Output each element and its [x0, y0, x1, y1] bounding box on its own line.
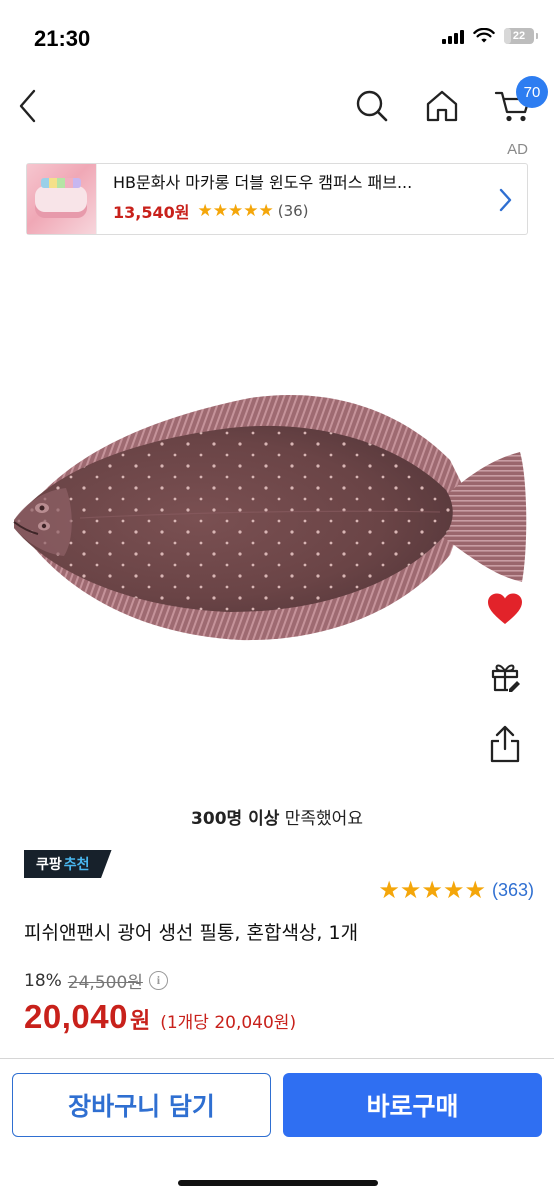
discount-rate: 18%: [24, 970, 62, 991]
buy-now-button[interactable]: 바로구매: [283, 1073, 542, 1137]
heart-icon: [488, 593, 522, 624]
gift-button[interactable]: [486, 656, 524, 696]
ad-price: 13,540원: [113, 203, 190, 222]
ad-label: AD: [507, 141, 528, 158]
nav-bar: 70: [0, 76, 554, 136]
search-icon: [356, 90, 388, 122]
satisfaction-text: 300명 이상 만족했어요: [0, 804, 554, 829]
star-icon: ★: [258, 200, 274, 221]
signal-icon: [442, 28, 464, 44]
product-title: 피쉬앤팬시 광어 생선 필통, 혼합색상, 1개: [24, 922, 359, 944]
info-icon[interactable]: i: [148, 971, 168, 990]
star-icon: ★: [421, 876, 443, 904]
share-icon: [490, 725, 520, 763]
chevron-right-icon: [495, 186, 515, 214]
home-indicator: [178, 1180, 378, 1186]
product-image[interactable]: [0, 350, 554, 660]
satisfaction-suffix: 만족했어요: [279, 809, 363, 829]
review-count-link[interactable]: (363): [492, 880, 534, 901]
star-icon: ★: [399, 876, 422, 904]
status-time: 21:30: [34, 26, 91, 51]
status-bar: 21:30 22: [0, 0, 554, 80]
star-icon: ★: [442, 876, 465, 904]
sale-price-row: 20,040 원 (1개당 20,040원): [24, 998, 296, 1036]
unit-price: (1개당 20,040원): [160, 1013, 297, 1033]
cart-count-badge: 70: [516, 76, 548, 108]
product-rating[interactable]: ★ ★ ★ ★ ★ (363): [378, 878, 534, 902]
share-button[interactable]: [486, 722, 524, 766]
badge-main-text: 쿠팡: [36, 857, 62, 873]
coupang-recommend-badge: 쿠팡 추천: [24, 850, 112, 878]
back-chevron-icon: [19, 89, 36, 123]
wifi-icon: [473, 28, 495, 43]
ad-thumbnail: [27, 164, 97, 234]
battery-icon: 22: [504, 28, 538, 44]
battery-level: 22: [512, 30, 526, 42]
divider: [0, 1058, 554, 1059]
badge-accent-text: 추천: [63, 857, 90, 873]
ad-card[interactable]: HB문화사 마카롱 더블 윈도우 캠퍼스 패브... 13,540원 ★ ★ ★ ★ ★…: [26, 163, 528, 235]
ad-info: HB문화사 마카롱 더블 윈도우 캠퍼스 패브... 13,540원 ★ ★ ★ ★ ★…: [113, 172, 493, 222]
back-button[interactable]: [8, 84, 48, 128]
price-meta: 18% 24,500원 i: [24, 968, 168, 993]
star-icon: ★: [212, 200, 228, 221]
ad-star-rating: ★ ★ ★ ★ ★: [197, 200, 274, 221]
star-icon: ★: [378, 876, 400, 904]
original-price: 24,500원: [67, 973, 143, 993]
sale-price: 20,040: [24, 998, 128, 1035]
home-button[interactable]: [420, 84, 464, 128]
add-to-cart-button[interactable]: 장바구니 담기: [12, 1073, 271, 1137]
ad-review-count: (36): [277, 202, 309, 220]
currency-unit: 원: [129, 1009, 151, 1034]
gift-icon: [491, 664, 520, 692]
star-icon: ★: [464, 876, 486, 904]
satisfaction-count: 300명 이상: [191, 809, 280, 829]
star-icon: ★: [197, 200, 213, 221]
star-icon: ★: [227, 200, 244, 221]
ad-price-row: 13,540원 ★ ★ ★ ★ ★ (36): [113, 200, 493, 222]
search-button[interactable]: [350, 84, 394, 128]
ad-title: HB문화사 마카롱 더블 윈도우 캠퍼스 패브...: [113, 173, 413, 192]
wishlist-button[interactable]: [484, 588, 526, 630]
star-icon: ★: [243, 200, 259, 221]
status-icons: 22: [442, 28, 538, 44]
home-icon: [426, 90, 458, 122]
